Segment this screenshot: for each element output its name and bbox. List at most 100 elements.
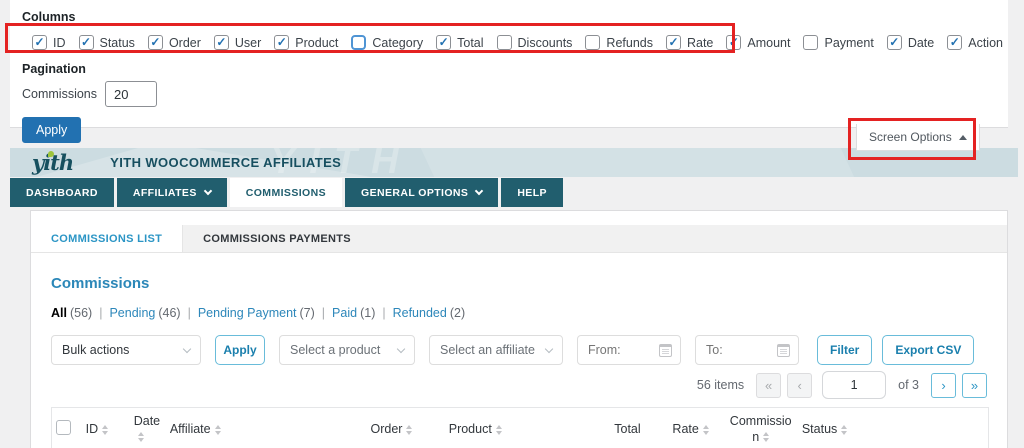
per-page-label: Commissions [22, 87, 97, 101]
commissions-toolbar: Bulk actions Apply Select a product Sele… [51, 335, 987, 365]
checkbox-icon[interactable] [148, 35, 163, 50]
chevron-down-icon [183, 344, 191, 352]
export-csv-button[interactable]: Export CSV [882, 335, 974, 365]
checkbox-icon[interactable] [947, 35, 962, 50]
checkbox-icon[interactable] [803, 35, 818, 50]
plugin-title: YITH WOOCOMMERCE AFFILIATES [110, 155, 341, 170]
column-toggle-payment[interactable]: Payment [803, 35, 873, 50]
column-toggle-user[interactable]: User [214, 35, 261, 50]
chevron-down-icon [397, 344, 405, 352]
bulk-actions-select[interactable]: Bulk actions [51, 335, 201, 365]
plugin-nav-tabs: DASHBOARD AFFILIATES COMMISSIONS GENERAL… [10, 178, 563, 207]
filter-button[interactable]: Filter [817, 335, 872, 365]
col-status[interactable]: Status [798, 408, 989, 448]
tab-commissions[interactable]: COMMISSIONS [230, 178, 342, 207]
table-pagination: 56 items « ‹ of 3 › » [51, 371, 987, 399]
checkbox-icon[interactable] [666, 35, 681, 50]
sort-icon [102, 425, 108, 435]
filter-all[interactable]: All [51, 306, 67, 320]
col-id[interactable]: ID [82, 408, 130, 448]
screen-options-apply-button[interactable]: Apply [22, 117, 81, 143]
per-page-input[interactable] [105, 81, 157, 107]
column-toggle-status[interactable]: Status [79, 35, 135, 50]
calendar-icon [777, 344, 790, 357]
next-page-button[interactable]: › [931, 373, 956, 398]
checkbox-icon[interactable] [79, 35, 94, 50]
subtab-bar: COMMISSIONS LIST COMMISSIONS PAYMENTS [31, 225, 1007, 253]
logo-leaf-icon [48, 151, 54, 157]
tab-general-options[interactable]: GENERAL OPTIONS [345, 178, 498, 207]
col-date[interactable]: Date [130, 408, 166, 448]
column-toggle-order[interactable]: Order [148, 35, 201, 50]
col-order[interactable]: Order [366, 408, 444, 448]
checkbox-icon[interactable] [497, 35, 512, 50]
product-select[interactable]: Select a product [279, 335, 415, 365]
column-toggle-product[interactable]: Product [274, 35, 338, 50]
sort-icon [138, 432, 144, 442]
collapse-arrow-icon [959, 135, 967, 140]
column-toggle-discounts[interactable]: Discounts [497, 35, 573, 50]
status-filter-links: All (56) | Pending (46) | Pending Paymen… [51, 306, 987, 320]
checkbox-icon[interactable] [436, 35, 451, 50]
screen-options-panel: Columns ID Status Order User Product Cat… [10, 0, 1008, 128]
items-count: 56 items [697, 378, 744, 392]
screen-options-tab[interactable]: Screen Options [856, 124, 980, 151]
filter-refunded[interactable]: Refunded [393, 306, 447, 320]
col-rate[interactable]: Rate [668, 408, 723, 448]
tab-help[interactable]: HELP [501, 178, 563, 207]
checkbox-icon[interactable] [585, 35, 600, 50]
affiliate-select[interactable]: Select an affiliate [429, 335, 563, 365]
checkbox-icon[interactable] [726, 35, 741, 50]
table-header-row: ID Date Affiliate Order Product Total Ra… [52, 408, 989, 448]
checkbox-icon[interactable] [351, 35, 366, 50]
filter-paid[interactable]: Paid [332, 306, 357, 320]
subtab-commissions-payments[interactable]: COMMISSIONS PAYMENTS [183, 225, 371, 252]
col-commission[interactable]: Commission [724, 408, 798, 448]
checkbox-icon[interactable] [32, 35, 47, 50]
column-toggle-rate[interactable]: Rate [666, 35, 713, 50]
column-toggle-action[interactable]: Action [947, 35, 1003, 50]
columns-section-label: Columns [22, 10, 996, 24]
sort-icon [406, 425, 412, 435]
col-product[interactable]: Product [445, 408, 611, 448]
column-toggle-category[interactable]: Category [351, 35, 423, 50]
yith-logo: yith [32, 148, 73, 177]
date-from-field [577, 335, 681, 365]
total-pages-label: of 3 [898, 378, 919, 392]
commissions-table: ID Date Affiliate Order Product Total Ra… [51, 407, 989, 448]
checkbox-icon[interactable] [214, 35, 229, 50]
current-page-input[interactable] [822, 371, 886, 399]
bulk-apply-button[interactable]: Apply [215, 335, 265, 365]
date-to-field [695, 335, 799, 365]
chevron-down-icon [475, 187, 483, 195]
calendar-icon [659, 344, 672, 357]
plugin-header-band: YITH yith YITH WOOCOMMERCE AFFILIATES [10, 148, 1018, 177]
column-toggle-id[interactable]: ID [32, 35, 66, 50]
column-toggle-date[interactable]: Date [887, 35, 934, 50]
column-toggle-refunds[interactable]: Refunds [585, 35, 653, 50]
tab-dashboard[interactable]: DASHBOARD [10, 178, 114, 207]
sort-icon [841, 425, 847, 435]
chevron-down-icon [204, 187, 212, 195]
chevron-down-icon [545, 344, 553, 352]
commissions-content-panel: COMMISSIONS LIST COMMISSIONS PAYMENTS Co… [30, 210, 1008, 448]
prev-page-button[interactable]: ‹ [787, 373, 812, 398]
pagination-section-label: Pagination [22, 62, 996, 76]
checkbox-icon[interactable] [274, 35, 289, 50]
checkbox-icon[interactable] [887, 35, 902, 50]
tab-affiliates[interactable]: AFFILIATES [117, 178, 227, 207]
first-page-button[interactable]: « [756, 373, 781, 398]
column-toggles-row: ID Status Order User Product Category To… [22, 28, 996, 56]
select-all-checkbox[interactable] [56, 420, 71, 435]
wordpress-admin-page: { "screen_options": { "columns_label": "… [0, 0, 1024, 448]
page-title: Commissions [51, 275, 987, 292]
column-toggle-amount[interactable]: Amount [726, 35, 790, 50]
filter-pending[interactable]: Pending [109, 306, 155, 320]
col-affiliate[interactable]: Affiliate [166, 408, 367, 448]
sort-icon [763, 432, 769, 442]
last-page-button[interactable]: » [962, 373, 987, 398]
filter-pending-payment[interactable]: Pending Payment [198, 306, 297, 320]
subtab-commissions-list[interactable]: COMMISSIONS LIST [31, 225, 183, 252]
sort-icon [703, 425, 709, 435]
column-toggle-total[interactable]: Total [436, 35, 483, 50]
